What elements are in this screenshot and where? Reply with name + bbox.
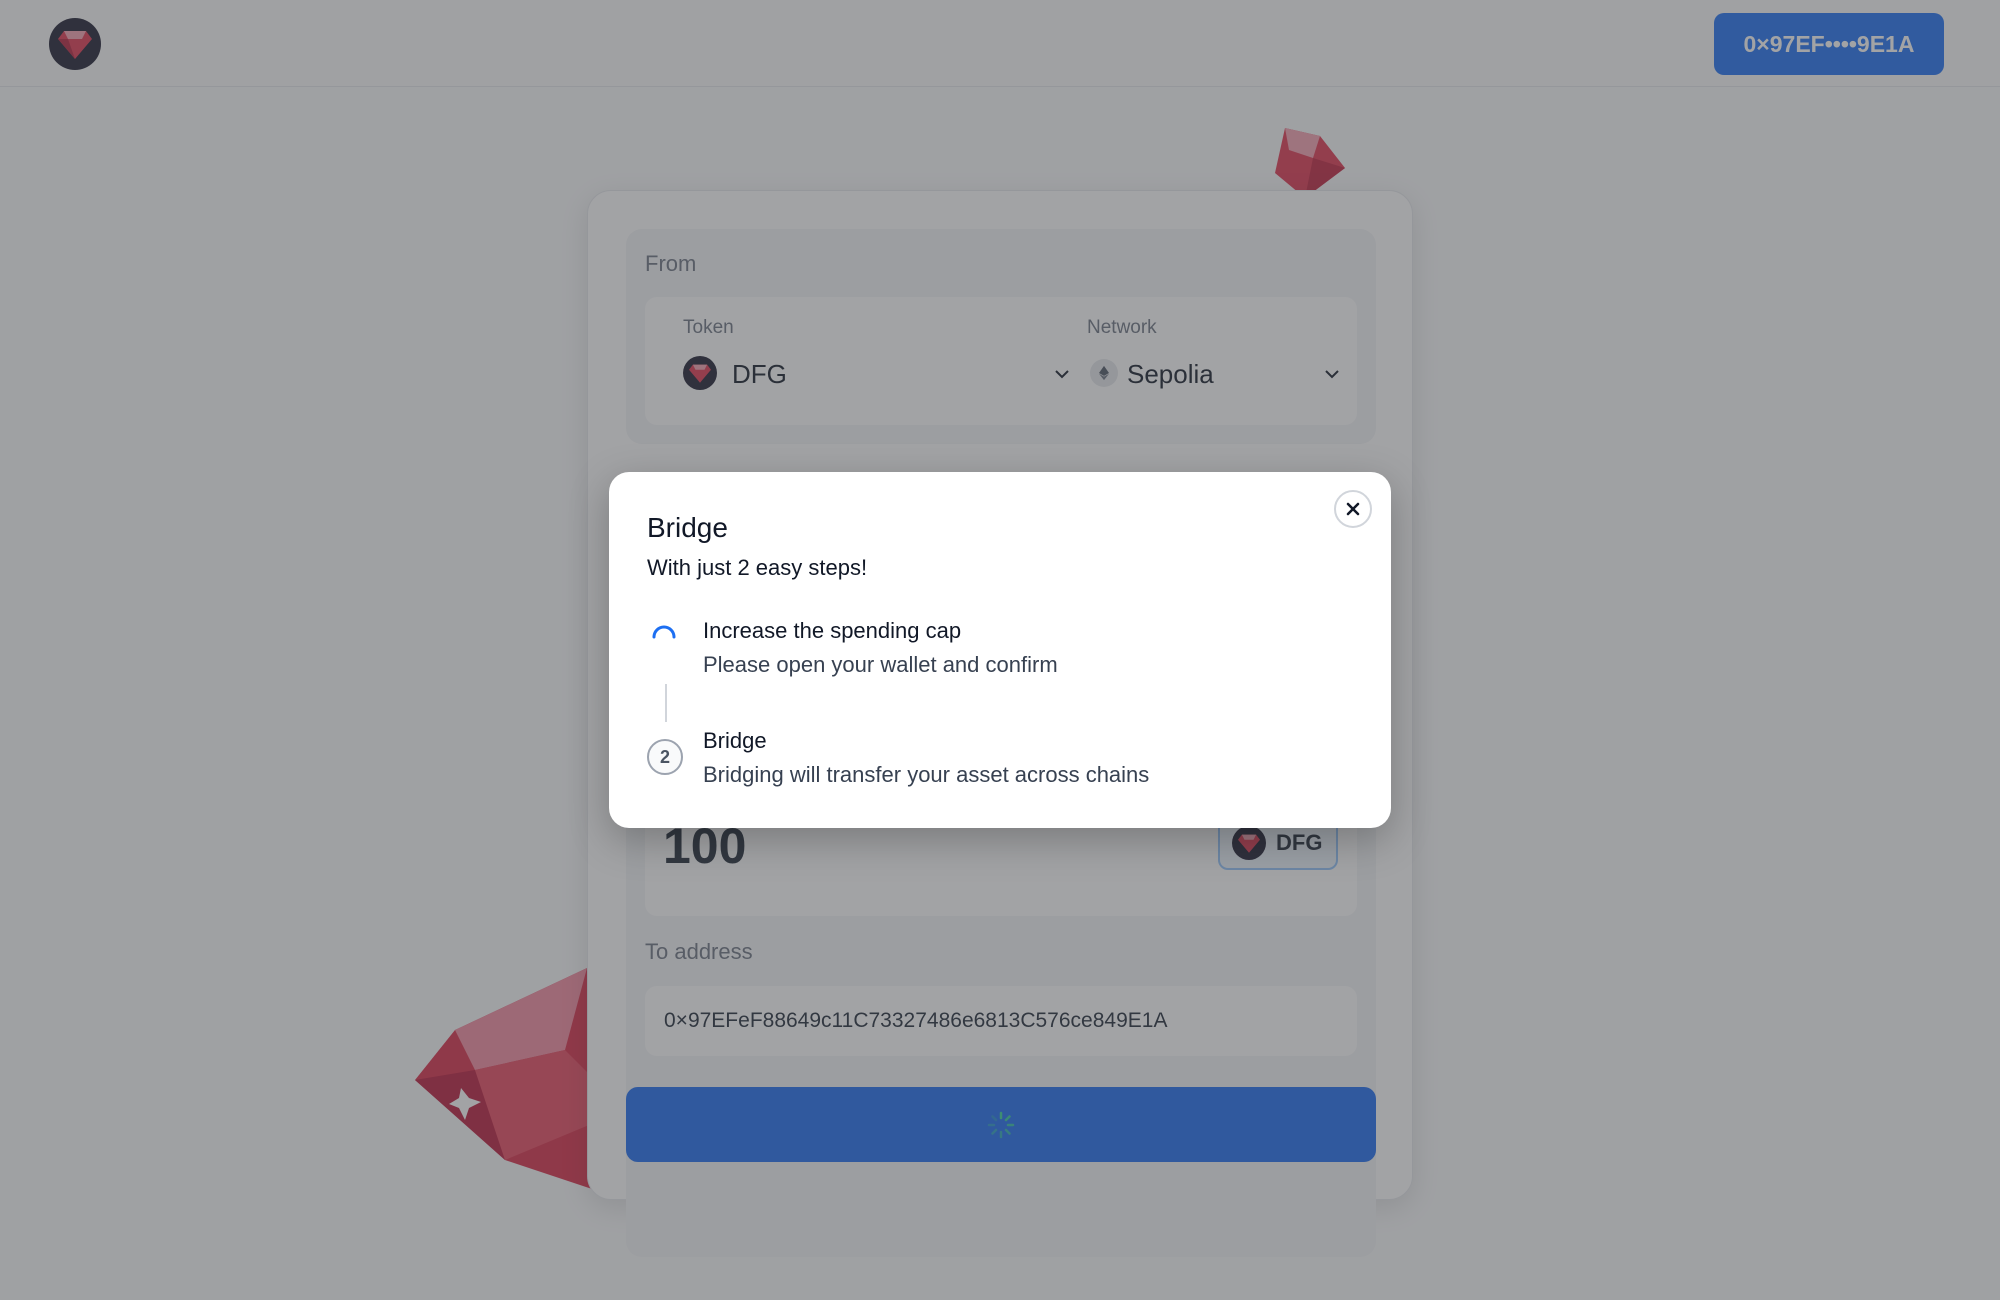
- step-2-title: Bridge: [703, 728, 767, 753]
- close-button[interactable]: [1334, 490, 1372, 528]
- close-icon: [1346, 502, 1360, 516]
- bridge-steps-modal: Bridge With just 2 easy steps! Increase …: [609, 472, 1391, 828]
- step-2-number: 2: [647, 739, 683, 775]
- modal-subtitle: With just 2 easy steps!: [647, 555, 868, 580]
- modal-title: Bridge: [647, 512, 728, 543]
- step-1-title: Increase the spending cap: [703, 618, 962, 643]
- step-2-description: Bridging will transfer your asset across…: [703, 762, 1150, 787]
- step-connector: [665, 684, 667, 722]
- step-spinner-icon: [652, 625, 676, 639]
- step-1-description: Please open your wallet and confirm: [703, 652, 1058, 677]
